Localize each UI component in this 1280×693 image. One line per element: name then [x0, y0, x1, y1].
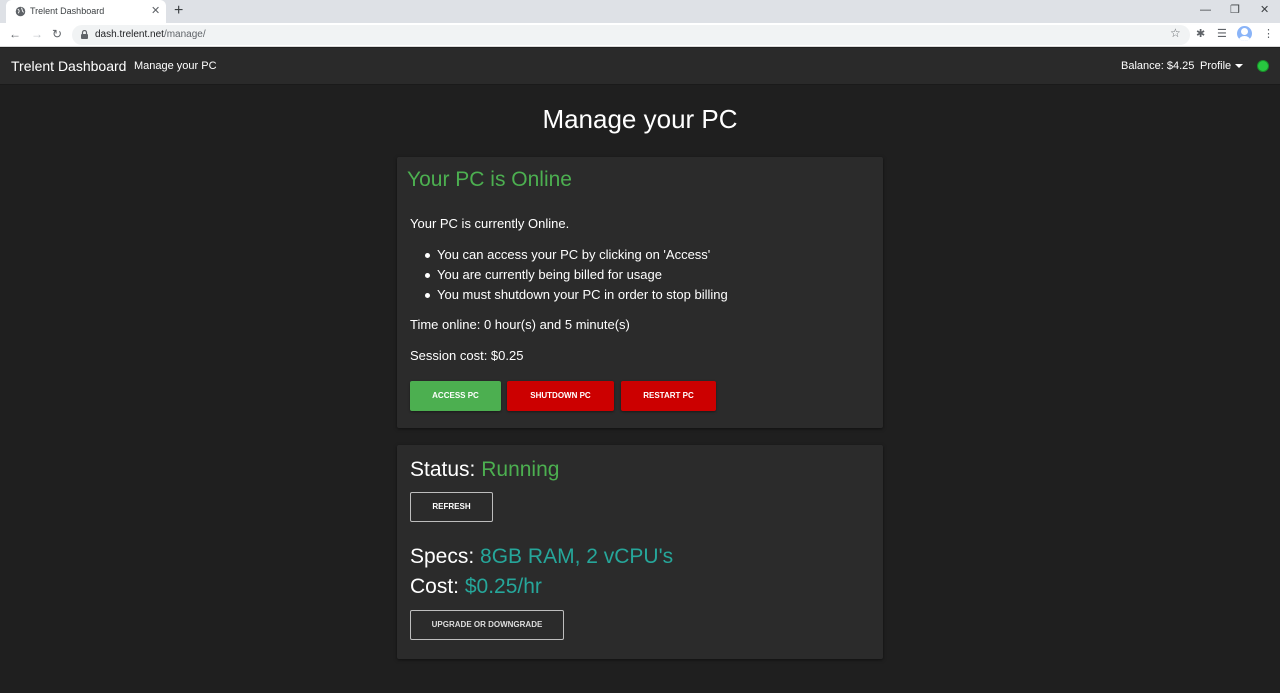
address-bar[interactable]: dash.trelent.net/manage/ ☆	[72, 25, 1190, 45]
app-navbar: Trelent Dashboard Manage your PC Balance…	[0, 48, 1280, 85]
url-text: dash.trelent.net/manage/	[95, 29, 206, 40]
new-tab-icon[interactable]: +	[174, 2, 183, 20]
forward-icon[interactable]: →	[31, 27, 43, 41]
restart-pc-button[interactable]: RESTART PC	[621, 381, 716, 411]
profile-label: Profile	[1200, 60, 1232, 72]
online-status-dot	[1257, 60, 1269, 72]
avatar-icon[interactable]	[1237, 26, 1252, 41]
nav-link-manage[interactable]: Manage your PC	[134, 60, 217, 72]
specs-line: Specs: 8GB RAM, 2 vCPU's	[410, 545, 673, 569]
specs-card: Status: Running REFRESH Specs: 8GB RAM, …	[397, 445, 883, 659]
refresh-button[interactable]: REFRESH	[410, 492, 493, 522]
lock-icon	[81, 30, 88, 39]
tab-close-icon[interactable]: ✕	[151, 4, 160, 18]
shutdown-pc-button[interactable]: SHUTDOWN PC	[507, 381, 614, 411]
back-icon[interactable]: ←	[9, 27, 21, 41]
restore-icon[interactable]: ❐	[1230, 3, 1240, 17]
info-list: You can access your PC by clicking on 'A…	[410, 246, 728, 306]
cost-label: Cost:	[410, 575, 460, 598]
close-window-icon[interactable]: ✕	[1260, 3, 1269, 17]
pc-status-card: Your PC is Online Your PC is currently O…	[397, 157, 883, 428]
status-label: Status:	[410, 458, 476, 481]
caret-down-icon	[1235, 64, 1244, 69]
status-text: Your PC is currently Online.	[410, 216, 570, 231]
status-value: Running	[481, 458, 560, 481]
time-online: Time online: 0 hour(s) and 5 minute(s)	[410, 317, 630, 332]
balance-text: Balance: $4.25	[1121, 60, 1195, 72]
url-host: dash.trelent.net	[95, 29, 164, 40]
browser-toolbar: ← → ↻ dash.trelent.net/manage/ ☆ ✱ ☰ ⋮	[0, 23, 1280, 47]
bookmark-star-icon[interactable]: ☆	[1170, 26, 1181, 40]
list-item: You must shutdown your PC in order to st…	[410, 286, 728, 306]
specs-value: 8GB RAM, 2 vCPU's	[480, 545, 674, 568]
specs-label: Specs:	[410, 545, 475, 568]
extensions-icon[interactable]: ✱	[1196, 27, 1205, 41]
profile-dropdown[interactable]: Profile	[1200, 60, 1244, 72]
reload-icon[interactable]: ↻	[52, 27, 62, 41]
cost-value: $0.25/hr	[464, 575, 542, 598]
browser-menu-icon[interactable]: ⋮	[1263, 27, 1274, 41]
list-item: You can access your PC by clicking on 'A…	[410, 246, 728, 266]
reading-list-icon[interactable]: ☰	[1217, 27, 1227, 41]
session-cost: Session cost: $0.25	[410, 348, 524, 363]
globe-icon	[15, 6, 26, 17]
url-path: /manage/	[163, 29, 206, 40]
brand-title[interactable]: Trelent Dashboard	[11, 58, 126, 74]
upgrade-downgrade-button[interactable]: UPGRADE OR DOWNGRADE	[410, 610, 564, 640]
minimize-icon[interactable]: —	[1200, 3, 1211, 17]
cost-line: Cost: $0.25/hr	[410, 575, 542, 599]
list-item: You are currently being billed for usage	[410, 266, 728, 286]
card-heading: Your PC is Online	[407, 168, 572, 191]
browser-tab[interactable]: Trelent Dashboard ✕	[6, 0, 166, 23]
browser-tabstrip: Trelent Dashboard ✕ + — ❐ ✕	[0, 0, 1280, 23]
tab-title: Trelent Dashboard	[30, 6, 105, 16]
status-line: Status: Running	[410, 458, 559, 482]
page-title: Manage your PC	[542, 104, 738, 134]
access-pc-button[interactable]: ACCESS PC	[410, 381, 501, 411]
